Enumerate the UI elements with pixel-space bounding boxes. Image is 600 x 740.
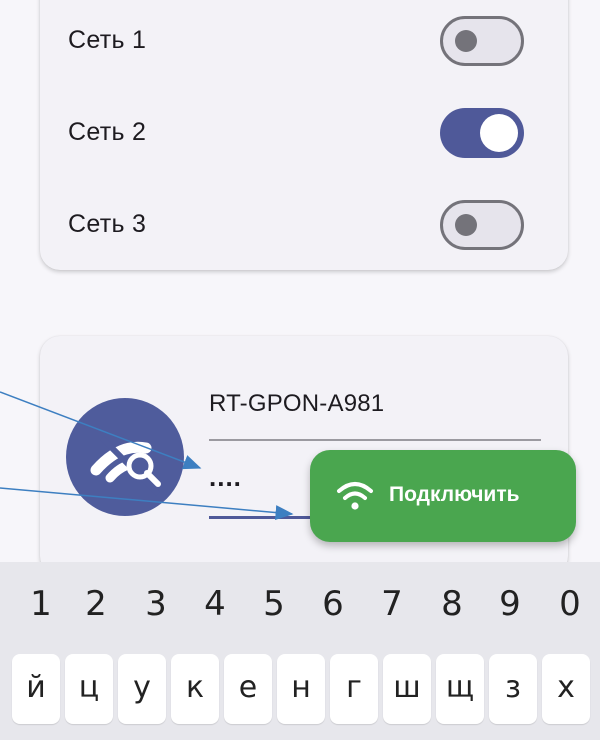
networks-card: Сеть 1 Сеть 2 Сеть 3 bbox=[40, 0, 568, 270]
digit-key[interactable]: 8 bbox=[432, 584, 472, 624]
digit-key[interactable]: 9 bbox=[490, 584, 530, 624]
keyboard-digit-row: 1 2 3 4 5 6 7 8 9 0 bbox=[0, 562, 600, 644]
connect-button[interactable]: Подключить bbox=[310, 450, 576, 542]
letter-key[interactable]: х bbox=[542, 654, 590, 724]
letter-key[interactable]: е bbox=[224, 654, 272, 724]
ssid-field[interactable]: RT-GPON-A981 bbox=[209, 390, 384, 418]
letter-key[interactable]: г bbox=[330, 654, 378, 724]
digit-key[interactable]: 6 bbox=[313, 584, 353, 624]
password-field[interactable]: .... bbox=[209, 462, 242, 493]
letter-key[interactable]: з bbox=[489, 654, 537, 724]
letter-key[interactable]: й bbox=[12, 654, 60, 724]
network-label: Сеть 3 bbox=[68, 210, 147, 238]
digit-key[interactable]: 7 bbox=[372, 584, 412, 624]
wifi-off-search-icon bbox=[66, 398, 184, 516]
letter-key[interactable]: н bbox=[277, 654, 325, 724]
network-3-toggle[interactable] bbox=[440, 200, 524, 250]
digit-key[interactable]: 4 bbox=[195, 584, 235, 624]
letter-key[interactable]: ц bbox=[65, 654, 113, 724]
letter-key[interactable]: к bbox=[171, 654, 219, 724]
digit-key[interactable]: 5 bbox=[254, 584, 294, 624]
connect-button-label: Подключить bbox=[389, 483, 520, 506]
network-label: Сеть 2 bbox=[68, 118, 147, 146]
letter-key[interactable]: щ bbox=[436, 654, 484, 724]
network-row-2[interactable]: Сеть 2 bbox=[68, 104, 538, 164]
network-2-toggle[interactable] bbox=[440, 108, 524, 158]
digit-key[interactable]: 1 bbox=[21, 584, 61, 624]
ssid-underline bbox=[209, 439, 541, 441]
digit-key[interactable]: 2 bbox=[76, 584, 116, 624]
toggle-thumb bbox=[480, 114, 518, 152]
toggle-thumb bbox=[455, 214, 477, 236]
wifi-icon bbox=[337, 482, 373, 510]
network-row-3[interactable]: Сеть 3 bbox=[68, 196, 538, 256]
network-row-1[interactable]: Сеть 1 bbox=[68, 12, 538, 72]
keyboard: 1 2 3 4 5 6 7 8 9 0 й ц у к е н г ш щ з … bbox=[0, 562, 600, 740]
network-label: Сеть 1 bbox=[68, 26, 147, 54]
toggle-thumb bbox=[455, 30, 477, 52]
digit-key[interactable]: 0 bbox=[550, 584, 590, 624]
letter-key[interactable]: у bbox=[118, 654, 166, 724]
digit-key[interactable]: 3 bbox=[136, 584, 176, 624]
letter-key[interactable]: ш bbox=[383, 654, 431, 724]
network-1-toggle[interactable] bbox=[440, 16, 524, 66]
